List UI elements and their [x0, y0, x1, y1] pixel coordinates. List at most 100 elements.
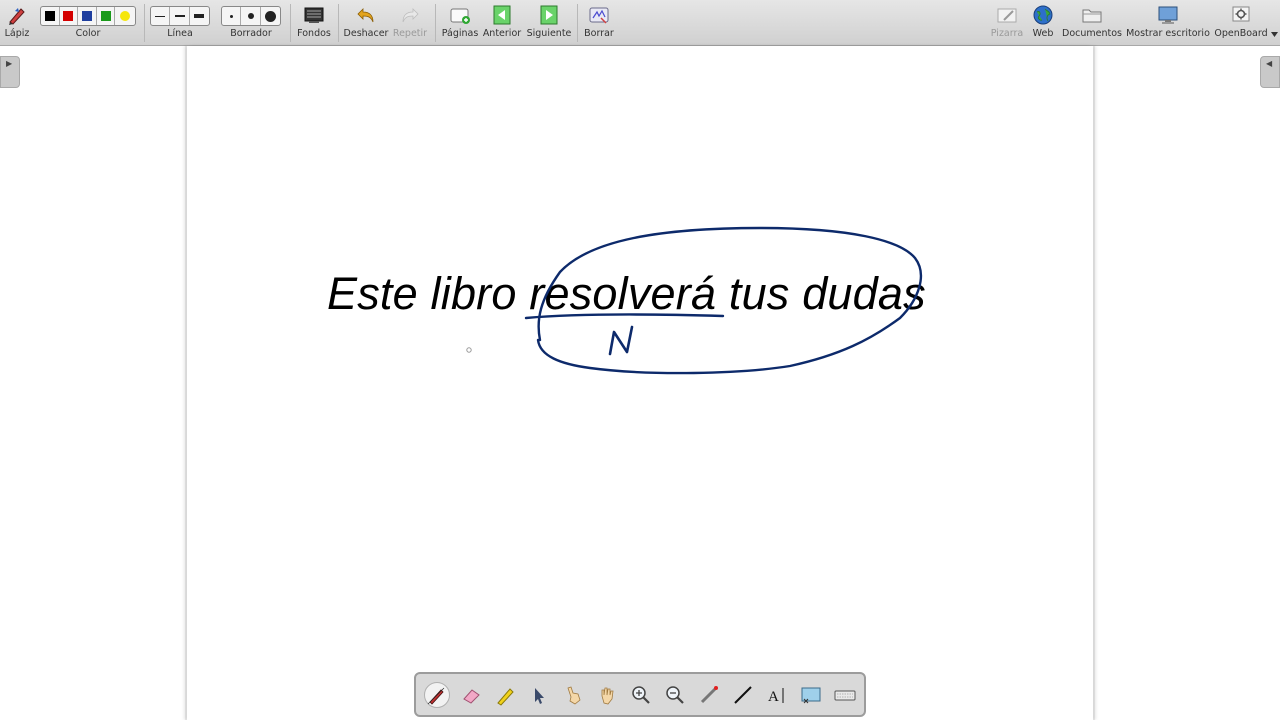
pencil-label: Lápiz [4, 28, 30, 39]
selector-tool-button[interactable] [526, 682, 552, 708]
backgrounds-button[interactable]: Fondos [294, 0, 334, 46]
color-group: Color [38, 0, 138, 46]
highlighter-icon [497, 688, 514, 706]
color-blue-button[interactable] [78, 7, 97, 25]
text-tool-button[interactable]: A [764, 682, 790, 708]
pen-icon [427, 687, 445, 705]
capture-icon [801, 687, 821, 704]
interactor-icon [567, 686, 581, 705]
eraser-small-button[interactable] [222, 7, 242, 25]
color-yellow-button[interactable] [115, 7, 135, 25]
board-text[interactable]: Este libro resolverá tus dudas [327, 268, 926, 320]
line-medium-button[interactable] [170, 7, 190, 25]
line-tool-button[interactable] [730, 682, 756, 708]
clear-page-button[interactable]: Borrar [580, 0, 618, 46]
laser-pointer-icon [700, 686, 718, 704]
previous-page-button[interactable]: Anterior [481, 0, 523, 46]
backgrounds-icon [304, 7, 324, 23]
expand-left-icon: ▶ [6, 59, 13, 68]
keyboard-icon [834, 690, 856, 701]
redo-button[interactable]: Repetir [390, 0, 430, 46]
line-thin-button[interactable] [151, 7, 171, 25]
text-icon: A [768, 688, 784, 705]
previous-label: Anterior [482, 28, 522, 39]
svg-text:A: A [768, 689, 779, 705]
redo-label: Repetir [392, 28, 428, 39]
next-page-icon [540, 5, 558, 25]
board-page[interactable] [187, 46, 1093, 720]
pages-label: Páginas [441, 28, 479, 39]
color-label: Color [75, 28, 101, 39]
openboard-menu-button[interactable]: OpenBoard [1213, 0, 1269, 46]
main-toolbar: Lápiz Color Línea Borrador Fondos Deshac… [0, 0, 1280, 46]
dropdown-arrow-icon [1271, 32, 1278, 37]
web-mode-button[interactable]: Web [1028, 0, 1058, 46]
highlighter-tool-button[interactable] [492, 682, 518, 708]
interactor-tool-button[interactable] [560, 682, 586, 708]
board-margin [0, 46, 187, 720]
line-icon [734, 686, 752, 704]
clear-label: Borrar [584, 28, 614, 39]
toolbar-divider [577, 4, 578, 42]
toolbar-divider [290, 4, 291, 42]
eraser-size-selector [221, 6, 281, 26]
eraser-group: Borrador [220, 0, 282, 46]
zoom-out-tool-button[interactable] [662, 682, 688, 708]
add-page-icon [450, 8, 470, 24]
undo-button[interactable]: Deshacer [342, 0, 390, 46]
documents-label: Documentos [1062, 28, 1122, 39]
undo-icon [357, 8, 374, 23]
web-label: Web [1032, 28, 1054, 39]
redo-icon [402, 8, 419, 23]
line-group: Línea [149, 0, 211, 46]
right-panel-toggle[interactable]: ◀ [1260, 56, 1280, 88]
eraser-medium-button[interactable] [241, 7, 261, 25]
color-black-button[interactable] [41, 7, 60, 25]
hand-tool-button[interactable] [594, 682, 620, 708]
board-label: Pizarra [990, 28, 1024, 39]
openboard-label: OpenBoard [1214, 28, 1268, 39]
board-mode-button[interactable]: Pizarra [988, 0, 1026, 46]
line-label: Línea [167, 28, 193, 39]
next-page-button[interactable]: Siguiente [525, 0, 573, 46]
eraser-large-button[interactable] [261, 7, 280, 25]
stylus-palette: A [414, 672, 866, 717]
folder-icon [1082, 9, 1102, 23]
show-desktop-label: Mostrar escritorio [1126, 28, 1210, 39]
show-desktop-button[interactable]: Mostrar escritorio [1125, 0, 1211, 46]
left-panel-toggle[interactable]: ▶ [0, 56, 20, 88]
hand-icon [601, 687, 614, 705]
toolbar-divider [144, 4, 145, 42]
globe-icon [1033, 5, 1053, 25]
selector-icon [535, 688, 544, 704]
clear-page-icon [589, 7, 609, 24]
color-red-button[interactable] [60, 7, 79, 25]
board-icon [997, 8, 1017, 23]
eraser-icon [463, 689, 480, 704]
pen-tool-button[interactable] [424, 682, 450, 708]
line-thick-button[interactable] [190, 7, 209, 25]
next-label: Siguiente [526, 28, 572, 39]
undo-label: Deshacer [343, 28, 389, 39]
toolbar-divider [435, 4, 436, 42]
expand-right-icon: ◀ [1266, 59, 1273, 68]
eraser-tool-button[interactable] [458, 682, 484, 708]
capture-tool-button[interactable] [798, 682, 824, 708]
keyboard-tool-button[interactable] [832, 682, 858, 708]
pages-button[interactable]: Páginas [440, 0, 480, 46]
laser-pointer-tool-button[interactable] [696, 682, 722, 708]
monitor-icon [1158, 6, 1178, 24]
color-green-button[interactable] [97, 7, 116, 25]
previous-page-icon [493, 5, 511, 25]
zoom-in-tool-button[interactable] [628, 682, 654, 708]
toolbar-divider [338, 4, 339, 42]
pencil-button[interactable]: Lápiz [0, 0, 34, 46]
eraser-label: Borrador [230, 28, 272, 39]
color-selector [40, 6, 136, 26]
documents-mode-button[interactable]: Documentos [1061, 0, 1123, 46]
pencil-icon [9, 8, 25, 25]
backgrounds-label: Fondos [297, 28, 331, 39]
gear-icon [1232, 6, 1250, 22]
zoom-in-icon [632, 686, 650, 704]
zoom-out-icon [666, 686, 684, 704]
